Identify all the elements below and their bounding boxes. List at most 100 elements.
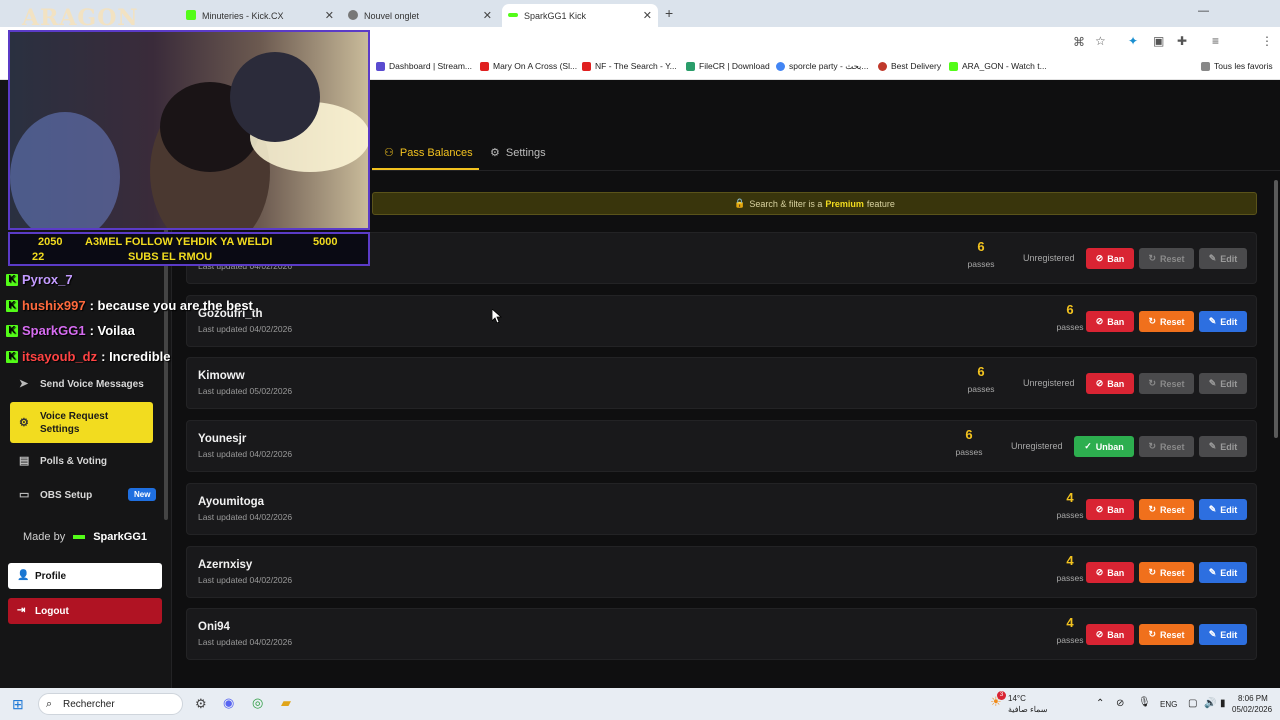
bookmark[interactable]: Dashboard | Stream... (376, 61, 472, 71)
bookmark[interactable]: NF - The Search - Y... (582, 61, 677, 71)
ban-button[interactable]: ⊘ Ban (1086, 499, 1134, 520)
table-row: Kimoww Last updated 05/02/2026 6 passes Unre… (186, 357, 1257, 409)
weather-temp: 14°C (1008, 694, 1026, 703)
button-label: Reset (1160, 504, 1185, 515)
ban-button[interactable]: ⊘ Ban (1086, 373, 1134, 394)
edit-icon: ✎ (1208, 504, 1217, 514)
tab-pass-balances[interactable]: ⚇ Pass Balances (384, 146, 473, 160)
reset-button[interactable]: ↻ Reset (1139, 624, 1194, 645)
main-scrollbar[interactable] (1274, 180, 1278, 438)
edit-button[interactable]: ✎ Edit (1199, 373, 1247, 394)
table-row: Gozoufri_th Last updated 04/02/2026 6 passe… (186, 295, 1257, 347)
windows-taskbar: ⊞ ⌕ Rechercher ⚙ ◉ ◎ ▰ ☀ 3 14°C سماء صاف… (0, 688, 1280, 720)
refresh-icon: ↻ (1148, 378, 1157, 388)
aragon-logo: ARAGON (22, 5, 139, 31)
pass-count: 6 (977, 364, 985, 379)
edit-button[interactable]: ✎ Edit (1199, 562, 1247, 583)
extension-icon[interactable]: ✦ (1128, 34, 1138, 48)
menu-list-icon[interactable]: ≡ (1212, 34, 1219, 48)
ban-button[interactable]: ⊘ Ban (1086, 562, 1134, 583)
bookmark[interactable]: FileCR | Download (686, 61, 770, 71)
button-label: Ban (1107, 378, 1125, 389)
goal-text: A3MEL FOLLOW YEHDIK YA WELDI (85, 236, 273, 248)
ban-button[interactable]: ⊘ Ban (1086, 248, 1134, 269)
pass-count: 4 (1066, 615, 1074, 630)
reset-button[interactable]: ↻ Reset (1139, 562, 1194, 583)
bookmark[interactable]: ARA_GON - Watch t... (949, 61, 1047, 71)
users-icon: ⚇ (384, 147, 394, 159)
ban-button[interactable]: ⊘ Ban (1086, 624, 1134, 645)
ban-icon: ⊘ (1095, 629, 1104, 639)
network-icon[interactable]: ⊘ (1116, 698, 1124, 709)
kick-icon: K (6, 299, 18, 312)
browser-tab-minuteries[interactable]: Minuteries - Kick.CX ✕ (180, 4, 340, 27)
browser-tab-new[interactable]: Nouvel onglet ✕ (342, 4, 498, 27)
minimize-icon[interactable]: — (1198, 5, 1209, 17)
reset-button[interactable]: ↻ Reset (1139, 311, 1194, 332)
tab-title: Minuteries - Kick.CX (202, 10, 284, 21)
discord-icon[interactable]: ◉ (223, 695, 234, 711)
edit-button[interactable]: ✎ Edit (1199, 499, 1247, 520)
username: Ayoumitoga (198, 496, 265, 508)
bookmark[interactable]: sporcle party - بحث... (776, 61, 869, 72)
button-label: Edit (1220, 441, 1238, 452)
sidebar-item-label: Polls & Voting (40, 455, 108, 467)
bookmark-label: Tous les favoris (1214, 61, 1273, 71)
battery-icon[interactable]: ▮ (1220, 698, 1226, 709)
table-row: Oni94 Last updated 04/02/2026 4 passes ⊘ Ban ↻… (186, 608, 1257, 660)
sidebar-item-voice-request-settings[interactable]: ⚙ Voice Request Settings (10, 402, 153, 443)
clock-time[interactable]: 8:06 PM (1238, 694, 1268, 703)
last-updated: Last updated 04/02/2026 (198, 449, 293, 459)
extension-icon[interactable]: ▣ (1153, 34, 1164, 48)
display-icon[interactable]: ▢ (1188, 698, 1197, 709)
close-icon[interactable]: ✕ (483, 9, 492, 22)
more-icon[interactable]: ⋮ (1261, 34, 1273, 48)
bookmark[interactable]: Mary On A Cross (Sl... (480, 61, 577, 71)
edit-button[interactable]: ✎ Edit (1199, 248, 1247, 269)
button-label: Reset (1160, 378, 1185, 389)
chevron-up-icon[interactable]: ⌃ (1096, 698, 1104, 709)
ban-button[interactable]: ⊘ Ban (1086, 311, 1134, 332)
ban-icon: ⊘ (1095, 567, 1104, 577)
new-tab-icon[interactable]: + (665, 5, 673, 21)
microphone-icon[interactable]: 🎙 (1138, 697, 1151, 708)
close-icon[interactable]: ✕ (643, 9, 652, 22)
reset-button[interactable]: ↻ Reset (1139, 373, 1194, 394)
browser-tab-sparkgg1[interactable]: SparkGG1 Kick ✕ (502, 4, 658, 27)
close-icon[interactable]: ✕ (325, 9, 334, 22)
logout-button[interactable]: ⇥ Logout (8, 598, 162, 624)
volume-icon[interactable]: 🔊 (1204, 698, 1216, 709)
edit-button[interactable]: ✎ Edit (1199, 436, 1247, 457)
chrome-icon[interactable]: ◎ (252, 695, 263, 711)
star-icon[interactable]: ☆ (1095, 34, 1106, 48)
reset-button[interactable]: ↻ Reset (1139, 248, 1194, 269)
sidebar-item-polls-voting[interactable]: ▤ Polls & Voting (10, 446, 153, 476)
premium-prefix: Search & filter is a (749, 198, 823, 209)
bookmark[interactable]: Best Delivery (878, 61, 941, 71)
taskbar-search[interactable]: ⌕ Rechercher (38, 693, 183, 715)
language-indicator[interactable]: ENG (1160, 700, 1177, 709)
reset-button[interactable]: ↻ Reset (1139, 436, 1194, 457)
windows-start-icon[interactable]: ⊞ (12, 696, 24, 713)
unban-button[interactable]: ✓ Unban (1074, 436, 1134, 457)
profile-button[interactable]: 👤 Profile (8, 563, 162, 589)
search-icon: ⌕ (46, 698, 53, 710)
sidebar-item-obs-setup[interactable]: ▭ OBS Setup New (10, 480, 157, 510)
edit-button[interactable]: ✎ Edit (1199, 311, 1247, 332)
tab-settings[interactable]: ⚙ Settings (490, 146, 546, 160)
user-check-icon: ✓ (1084, 441, 1092, 451)
clock-date[interactable]: 05/02/2026 (1232, 705, 1272, 714)
button-label: Reset (1160, 253, 1185, 264)
folder-icon[interactable]: ▰ (281, 695, 291, 711)
reset-button[interactable]: ↻ Reset (1139, 499, 1194, 520)
chat-message: K SparkGG1 : Voilaa (6, 323, 135, 338)
translate-icon[interactable]: ⌘ (1073, 35, 1085, 49)
browser-tabstrip: Minuteries - Kick.CX ✕ Nouvel onglet ✕ S… (0, 0, 1280, 27)
bookmark-all[interactable]: Tous les favoris (1201, 61, 1273, 71)
puzzle-icon[interactable]: ✚ (1177, 34, 1187, 48)
weather-badge: 3 (997, 691, 1006, 700)
edit-button[interactable]: ✎ Edit (1199, 624, 1247, 645)
sidebar-item-send-voice-messages[interactable]: ➤ Send Voice Messages (10, 369, 153, 399)
made-by: Made by SparkGG1 (23, 531, 147, 543)
settings-app-icon[interactable]: ⚙ (195, 696, 207, 712)
